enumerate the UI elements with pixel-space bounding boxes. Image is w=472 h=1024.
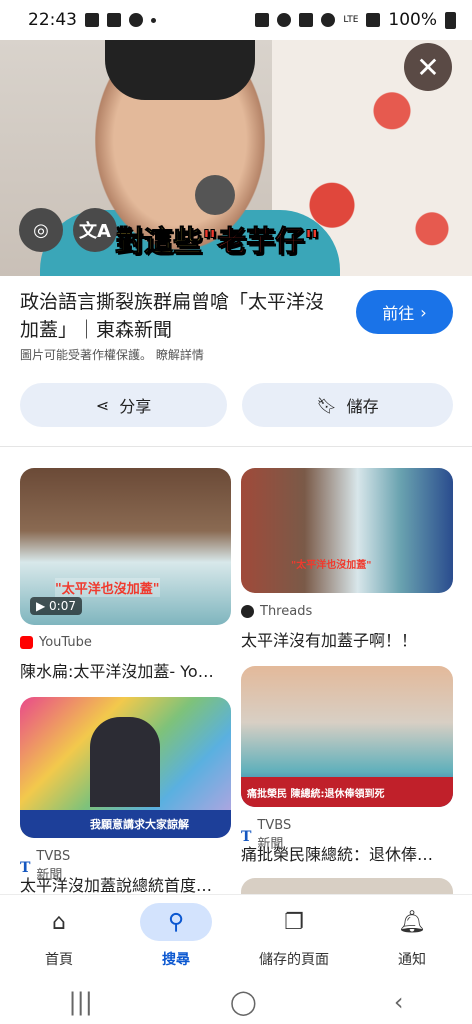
lens-icon: ◎ [33, 219, 49, 241]
card-title[interactable]: 陳水扁:太平洋沒加蓋- Yo… [20, 658, 231, 682]
translate-button[interactable]: 文A [73, 208, 117, 252]
network-type: LTE [343, 15, 359, 25]
divider [0, 446, 472, 447]
card-thumb-caption: "太平洋也沒加蓋" [55, 578, 160, 597]
hero-microphone [195, 175, 235, 215]
card-title[interactable]: 太平洋沒有加蓋子啊！！ [241, 627, 453, 651]
battery-icon [445, 11, 456, 29]
nav-home[interactable]: ⌂ 首頁 [9, 903, 109, 969]
card-title[interactable]: 太平洋沒加蓋說總統首度… [20, 872, 231, 896]
card-thumbnail[interactable]: "太平洋也沒加蓋" ▶ 0:07 [20, 468, 231, 625]
bell-icon: 🔔︎ [398, 909, 426, 935]
card-title[interactable]: 痛批榮民陳總統：退休俸… [241, 841, 453, 865]
hero-hair [105, 40, 255, 100]
save-button[interactable]: 🔖︎ 儲存 [242, 383, 453, 427]
facebook-icon [129, 13, 143, 27]
tvbs-icon: T [20, 859, 31, 876]
card-thumbnail[interactable]: 痛批榮民 陳總統:退休俸領到死 [241, 666, 453, 807]
mute-icon [299, 13, 314, 27]
tvbs-icon: T [241, 828, 252, 845]
saved-pages-icon: ❐ [284, 909, 304, 935]
nav-notifications[interactable]: 🔔︎ 通知 [362, 903, 462, 969]
battery-percent: 100% [388, 10, 437, 30]
hero-image[interactable]: 對這些"老芋仔" [0, 40, 472, 276]
card-thumbnail[interactable]: 我願意講求大家諒解 [20, 697, 231, 838]
search-icon: ⚲ [140, 903, 212, 941]
lock-icon [255, 13, 270, 27]
more-notifications-dot-icon [151, 17, 156, 23]
nav-search[interactable]: ⚲ 搜尋 [126, 903, 226, 969]
recent-apps-icon[interactable]: ||| [69, 988, 93, 1016]
status-bar: 22:43 LTE 100% [0, 0, 472, 40]
nav-saved[interactable]: ❐ 儲存的頁面 [244, 903, 344, 969]
card-source: YouTube [20, 635, 92, 650]
chevron-right-icon: › [420, 302, 427, 322]
go-button[interactable]: 前往 › [356, 290, 453, 334]
card-source: Threads [241, 604, 312, 619]
home-circle-icon[interactable]: ◯ [230, 988, 257, 1016]
youtube-icon [20, 636, 33, 649]
card-thumb-caption: 痛批榮民 陳總統:退休俸領到死 [241, 777, 453, 807]
card-thumb-figure [90, 717, 160, 807]
clock: 22:43 [28, 10, 77, 30]
card-thumb-caption: 我願意講求大家諒解 [20, 810, 231, 838]
result-title[interactable]: 政治語言撕裂族群扁曾嗆「太平洋沒加蓋」｜東森新聞 [20, 288, 340, 344]
close-button[interactable]: ✕ [404, 43, 452, 91]
translate-icon: 文A [79, 221, 111, 242]
wifi-icon [321, 13, 336, 27]
lens-button[interactable]: ◎ [19, 208, 63, 252]
video-duration: ▶ 0:07 [30, 597, 82, 615]
alarm-icon [277, 13, 292, 27]
bottom-navigation: ⌂ 首頁 ⚲ 搜尋 ❐ 儲存的頁面 🔔︎ 通知 [0, 894, 472, 981]
folder-icon [107, 13, 121, 27]
learn-more-link[interactable]: 瞭解詳情 [156, 348, 204, 362]
home-icon: ⌂ [52, 909, 66, 935]
bookmark-icon: 🔖︎ [316, 395, 337, 415]
card-thumb-caption: "太平洋也沒加蓋" [291, 560, 372, 571]
signal-icon [366, 13, 381, 27]
copyright-note: 圖片可能受著作權保護。 瞭解詳情 [20, 348, 204, 362]
card-thumbnail[interactable]: "太平洋也沒加蓋" [241, 468, 453, 593]
share-icon: ⋖ [95, 395, 110, 415]
system-navigation: ||| ◯ ‹ [0, 980, 472, 1024]
threads-icon [241, 605, 254, 618]
close-icon: ✕ [416, 50, 440, 84]
hero-caption: 對這些"老芋仔" [114, 224, 320, 259]
gallery-icon [85, 13, 99, 27]
share-button[interactable]: ⋖ 分享 [20, 383, 227, 427]
back-icon[interactable]: ‹ [394, 988, 404, 1016]
